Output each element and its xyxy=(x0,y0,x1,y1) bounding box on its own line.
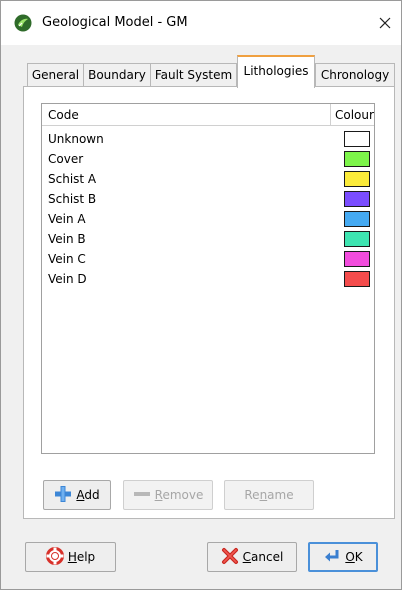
tab-boundary[interactable]: Boundary xyxy=(83,63,151,87)
minus-icon xyxy=(133,488,151,502)
colour-swatch[interactable] xyxy=(344,271,370,287)
lifebuoy-icon xyxy=(45,546,64,568)
colour-swatch[interactable] xyxy=(344,211,370,227)
add-button-label: Add xyxy=(76,488,100,502)
remove-button-label: Remove xyxy=(154,488,204,502)
lithologies-panel: Code Colour Unknown Cover Schist A Schist B… xyxy=(23,86,395,519)
remove-button[interactable]: Remove xyxy=(123,480,213,510)
help-button[interactable]: Help xyxy=(25,542,116,572)
table-row[interactable]: Vein B xyxy=(42,229,374,249)
rename-button-label: Rename xyxy=(244,488,294,502)
colour-swatch[interactable] xyxy=(344,171,370,187)
tab-strip: General Boundary Fault System Lithologie… xyxy=(1,55,401,88)
column-header-code[interactable]: Code xyxy=(48,108,79,122)
window-title: Geological Model - GM xyxy=(42,15,188,30)
table-row[interactable]: Vein D xyxy=(42,269,374,289)
help-button-label: Help xyxy=(67,550,96,564)
title-bar: Geological Model - GM xyxy=(1,1,401,45)
lithology-code: Schist B xyxy=(48,192,97,206)
lithology-code: Schist A xyxy=(48,172,97,186)
ok-button-label: OK xyxy=(345,550,363,564)
tab-lithologies[interactable]: Lithologies xyxy=(237,55,315,88)
table-row[interactable]: Cover xyxy=(42,149,374,169)
table-row[interactable]: Schist A xyxy=(42,169,374,189)
column-separator xyxy=(330,104,331,126)
tab-fault-system[interactable]: Fault System xyxy=(150,63,237,87)
cancel-button[interactable]: Cancel xyxy=(207,542,297,572)
add-button[interactable]: Add xyxy=(43,480,111,510)
lithology-code: Vein C xyxy=(48,252,86,266)
colour-swatch[interactable] xyxy=(344,251,370,267)
table-row[interactable]: Schist B xyxy=(42,189,374,209)
colour-swatch[interactable] xyxy=(344,191,370,207)
table-row[interactable]: Vein A xyxy=(42,209,374,229)
rename-button[interactable]: Rename xyxy=(224,480,314,510)
lithology-code: Vein D xyxy=(48,272,87,286)
table-row[interactable]: Unknown xyxy=(42,129,374,149)
lithology-code: Vein B xyxy=(48,232,86,246)
red-x-icon xyxy=(221,547,239,568)
leapfrog-icon xyxy=(14,14,32,32)
table-header: Code Colour xyxy=(42,104,374,126)
column-header-colour[interactable]: Colour xyxy=(335,108,374,122)
colour-swatch[interactable] xyxy=(344,231,370,247)
lithology-code: Unknown xyxy=(48,132,104,146)
lithology-table[interactable]: Code Colour Unknown Cover Schist A Schist B… xyxy=(41,103,375,454)
dialog-window: Geological Model - GM General Boundary F… xyxy=(0,0,402,590)
tab-chronology[interactable]: Chronology xyxy=(315,63,395,87)
enter-arrow-icon xyxy=(323,547,341,568)
plus-icon xyxy=(54,485,72,506)
colour-swatch[interactable] xyxy=(344,131,370,147)
table-row[interactable]: Vein C xyxy=(42,249,374,269)
ok-button[interactable]: OK xyxy=(308,542,378,572)
lithology-code: Cover xyxy=(48,152,84,166)
colour-swatch[interactable] xyxy=(344,151,370,167)
cancel-button-label: Cancel xyxy=(242,550,284,564)
lithology-code: Vein A xyxy=(48,212,86,226)
close-icon[interactable] xyxy=(371,9,399,37)
tab-general[interactable]: General xyxy=(27,63,84,87)
